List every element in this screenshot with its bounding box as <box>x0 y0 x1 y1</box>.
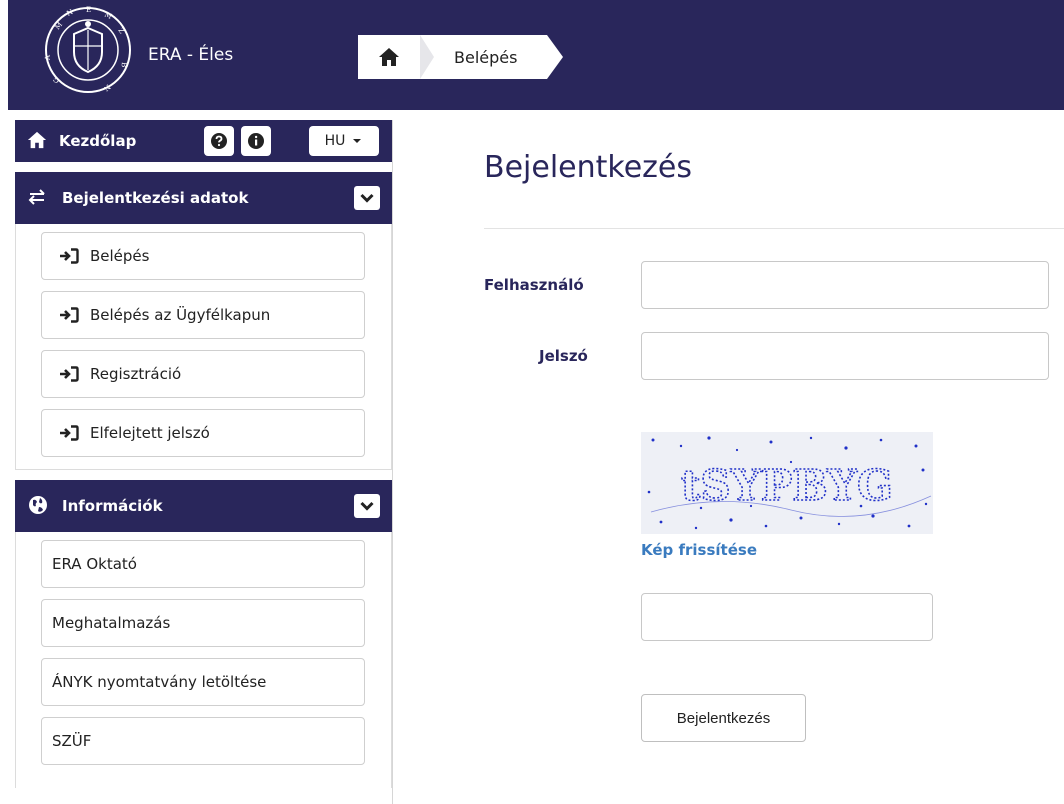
login-submit-button[interactable]: Bejelentkezés <box>641 694 806 742</box>
username-field[interactable] <box>641 261 1049 309</box>
national-bank-seal-logo[interactable]: M N E M Z B N G A <box>38 0 138 104</box>
question-circle-icon <box>211 133 227 149</box>
exchange-arrows-icon <box>28 189 45 205</box>
left-edge <box>0 0 8 110</box>
nav-meghatalmazas-label: Meghatalmazás <box>52 614 171 632</box>
title-divider <box>484 228 1064 229</box>
nav-forgot-password[interactable]: Elfelejtett jelszó <box>41 409 365 457</box>
svg-text:B: B <box>120 62 128 68</box>
help-button[interactable] <box>204 126 234 156</box>
nav-era-oktato-label: ERA Oktató <box>52 555 137 573</box>
svg-text:Z: Z <box>116 27 125 36</box>
language-dropdown[interactable]: HU <box>309 126 379 156</box>
app-title: ERA - Éles <box>148 45 234 65</box>
nav-anyk-download-label: ÁNYK nyomtatvány letöltése <box>52 673 267 691</box>
home-link[interactable]: Kezdőlap <box>59 132 136 150</box>
info-circle-icon <box>248 133 264 149</box>
nav-login-ugyfelkapu-label: Belépés az Ügyfélkapun <box>90 306 271 324</box>
svg-text:N: N <box>102 82 112 92</box>
login-panel-toggle[interactable] <box>354 186 380 210</box>
username-label: Felhasználó <box>484 276 584 294</box>
captcha-text: tSYPBYG <box>681 461 893 510</box>
nav-login-label: Belépés <box>90 247 150 265</box>
sign-in-icon <box>60 366 79 382</box>
info-panel-header[interactable]: Információk <box>15 480 392 532</box>
breadcrumb-home[interactable] <box>358 35 420 79</box>
breadcrumb-arrow-tip <box>547 35 564 79</box>
sign-in-icon <box>60 248 79 264</box>
svg-text:A: A <box>43 54 52 62</box>
nav-login[interactable]: Belépés <box>41 232 365 280</box>
chevron-down-icon <box>360 501 374 511</box>
sign-in-icon <box>60 425 79 441</box>
sign-in-icon <box>60 307 79 323</box>
svg-text:G: G <box>52 75 62 85</box>
nav-login-ugyfelkapu[interactable]: Belépés az Ügyfélkapun <box>41 291 365 339</box>
password-field[interactable] <box>641 332 1049 380</box>
svg-text:E: E <box>86 6 91 14</box>
nav-meghatalmazas[interactable]: Meghatalmazás <box>41 599 365 647</box>
captcha-image: tSYPBYG <box>641 432 933 534</box>
chevron-down-icon <box>360 193 374 203</box>
svg-text:M: M <box>53 21 64 32</box>
captcha-input[interactable] <box>641 593 933 641</box>
page-title: Bejelentkezés <box>484 150 692 185</box>
language-value: HU <box>324 133 346 149</box>
caret-down-icon <box>353 139 362 143</box>
nav-forgot-password-label: Elfelejtett jelszó <box>90 424 210 442</box>
sidebar: Kezdőlap HU Bejelentkezési adatok Belépé… <box>15 120 393 804</box>
info-panel-toggle[interactable] <box>354 494 380 518</box>
login-panel-header[interactable]: Bejelentkezési adatok <box>15 172 392 224</box>
nav-registration-label: Regisztráció <box>90 365 182 383</box>
home-panel-header: Kezdőlap HU <box>15 120 392 162</box>
info-panel-title: Információk <box>62 497 163 515</box>
nav-registration[interactable]: Regisztráció <box>41 350 365 398</box>
login-panel-title: Bejelentkezési adatok <box>62 189 249 207</box>
nav-szuf-label: SZÜF <box>52 732 92 750</box>
globe-icon <box>29 496 47 514</box>
home-icon <box>27 131 47 149</box>
breadcrumb-current-label: Belépés <box>454 47 518 67</box>
home-icon <box>379 48 399 66</box>
nav-anyk-download[interactable]: ÁNYK nyomtatvány letöltése <box>41 658 365 706</box>
password-label: Jelszó <box>539 347 588 365</box>
nav-era-oktato[interactable]: ERA Oktató <box>41 540 365 588</box>
breadcrumb: Belépés <box>358 35 564 79</box>
refresh-captcha-link[interactable]: Kép frissítése <box>641 541 757 559</box>
info-button[interactable] <box>241 126 271 156</box>
login-panel-body: Belépés Belépés az Ügyfélkapun Regisztrá… <box>15 224 392 470</box>
svg-text:N: N <box>65 8 74 18</box>
breadcrumb-separator <box>420 35 434 79</box>
info-panel-body: ERA Oktató Meghatalmazás ÁNYK nyomtatván… <box>15 532 392 788</box>
nav-szuf[interactable]: SZÜF <box>41 717 365 765</box>
breadcrumb-current: Belépés <box>420 35 564 79</box>
top-bar: M N E M Z B N G A ERA - Éles Belépés <box>0 0 1064 110</box>
